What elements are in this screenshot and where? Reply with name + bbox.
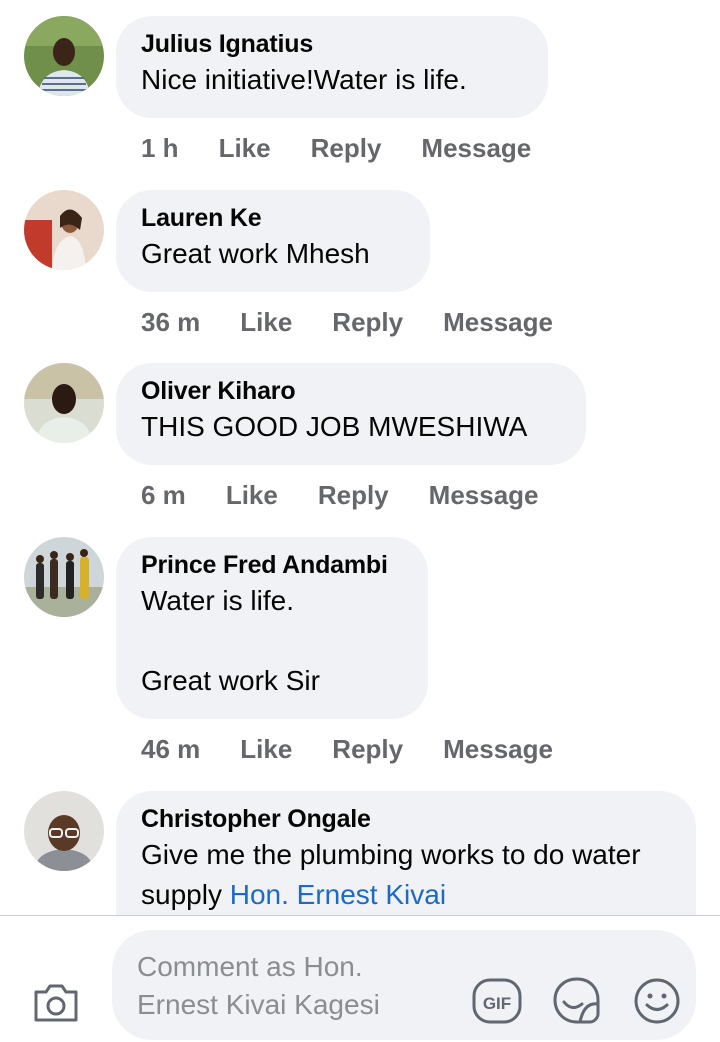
reply-button[interactable]: Reply	[311, 133, 382, 164]
emoji-icon[interactable]	[630, 974, 684, 1028]
avatar-photo-elderly-man-glasses	[24, 791, 104, 871]
avatar[interactable]	[24, 537, 104, 617]
reply-button[interactable]: Reply	[332, 734, 403, 765]
comment-actions: 1 h Like Reply Message	[141, 128, 571, 168]
avatar-photo-man-portrait	[24, 363, 104, 443]
gif-label: GIF	[483, 994, 511, 1013]
comment-feed: Julius Ignatius Nice initiative!Water is…	[0, 0, 720, 916]
comment-timestamp[interactable]: 46 m	[141, 734, 200, 765]
like-button[interactable]: Like	[240, 734, 292, 765]
mention-link[interactable]: Hon. Ernest Kivai	[230, 879, 446, 910]
comment-author[interactable]: Julius Ignatius	[141, 28, 514, 60]
reply-button[interactable]: Reply	[318, 480, 389, 511]
camera-icon[interactable]	[32, 980, 80, 1024]
comment-author[interactable]: Oliver Kiharo	[141, 375, 552, 407]
gif-icon[interactable]: GIF	[470, 974, 524, 1028]
comment-actions: 6 m Like Reply Message	[141, 475, 579, 515]
comment-bubble[interactable]: Lauren Ke Great work Mhesh	[116, 190, 430, 292]
like-button[interactable]: Like	[226, 480, 278, 511]
comment-author[interactable]: Christopher Ongale	[141, 803, 662, 835]
comment-text: Water is life. Great work Sir	[141, 585, 320, 696]
comment-timestamp[interactable]: 6 m	[141, 480, 186, 511]
avatar-photo-woman-seated	[24, 190, 104, 270]
comment-text: Great work Mhesh	[141, 238, 370, 269]
reply-button[interactable]: Reply	[332, 307, 403, 338]
message-button[interactable]: Message	[421, 133, 531, 164]
comment-bubble[interactable]: Oliver Kiharo THIS GOOD JOB MWESHIWA	[116, 363, 586, 465]
sticker-icon[interactable]	[550, 974, 604, 1028]
message-button[interactable]: Message	[443, 307, 553, 338]
comment-text: THIS GOOD JOB MWESHIWA	[141, 411, 528, 442]
like-button[interactable]: Like	[219, 133, 271, 164]
comment-bubble[interactable]: Prince Fred Andambi Water is life. Great…	[116, 537, 428, 719]
comment-text: Nice initiative!Water is life.	[141, 64, 467, 95]
avatar[interactable]	[24, 16, 104, 96]
message-button[interactable]: Message	[443, 734, 553, 765]
comment-timestamp[interactable]: 36 m	[141, 307, 200, 338]
comment-bubble[interactable]: Julius Ignatius Nice initiative!Water is…	[116, 16, 548, 118]
avatar-photo-man-striped-shirt	[24, 16, 104, 96]
comment-author[interactable]: Lauren Ke	[141, 202, 396, 234]
avatar[interactable]	[24, 363, 104, 443]
comment-text: Give me the plumbing works to do water s…	[141, 835, 662, 915]
comment-input-placeholder: Comment as Hon. Ernest Kivai Kagesi	[137, 951, 380, 1020]
avatar[interactable]	[24, 791, 104, 871]
comment-bubble[interactable]: Christopher Ongale Give me the plumbing …	[116, 791, 696, 916]
comment-timestamp[interactable]: 1 h	[141, 133, 179, 164]
avatar[interactable]	[24, 190, 104, 270]
comment-actions: 46 m Like Reply Message	[141, 729, 593, 769]
comment-author[interactable]: Prince Fred Andambi	[141, 549, 394, 581]
message-button[interactable]: Message	[429, 480, 539, 511]
like-button[interactable]: Like	[240, 307, 292, 338]
avatar-photo-group-outdoors	[24, 537, 104, 617]
comment-actions: 36 m Like Reply Message	[141, 302, 593, 342]
